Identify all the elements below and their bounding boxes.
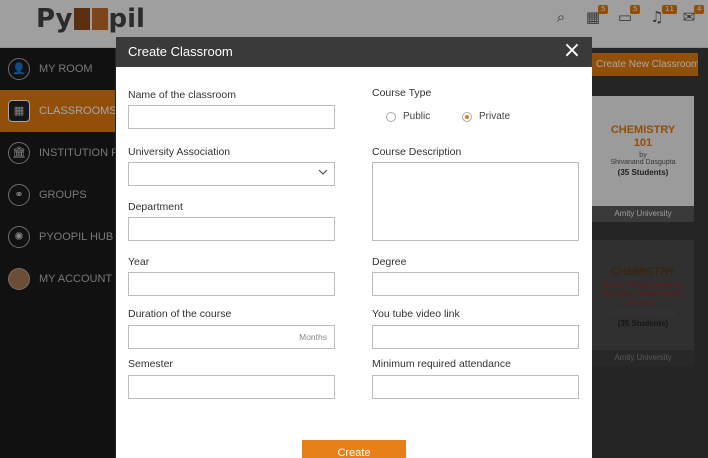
semester-input[interactable] bbox=[128, 375, 335, 399]
create-classroom-modal: Create Classroom × Name of the classroom… bbox=[116, 37, 592, 458]
modal-header: Create Classroom × bbox=[116, 37, 592, 67]
min-attendance-input[interactable] bbox=[372, 375, 579, 399]
semester-label: Semester bbox=[128, 358, 173, 370]
degree-input[interactable] bbox=[372, 272, 579, 296]
duration-label: Duration of the course bbox=[128, 308, 232, 320]
year-label: Year bbox=[128, 256, 150, 268]
youtube-link-label: You tube video link bbox=[372, 308, 460, 320]
university-association-select[interactable] bbox=[128, 162, 335, 186]
course-description-textarea[interactable] bbox=[372, 162, 579, 241]
duration-input[interactable]: Months bbox=[128, 325, 335, 349]
chevron-down-icon bbox=[318, 169, 328, 175]
degree-label: Degree bbox=[372, 256, 407, 268]
youtube-link-input[interactable] bbox=[372, 325, 579, 349]
course-type-label: Course Type bbox=[372, 87, 432, 99]
course-type-private-radio[interactable]: Private bbox=[462, 111, 510, 122]
close-icon[interactable]: × bbox=[562, 40, 582, 62]
create-button[interactable]: Create bbox=[302, 440, 406, 458]
classroom-name-label: Name of the classroom bbox=[128, 89, 236, 101]
radio-unchecked-icon bbox=[386, 111, 396, 122]
department-input[interactable] bbox=[128, 217, 335, 241]
modal-title: Create Classroom bbox=[128, 44, 233, 59]
radio-checked-icon bbox=[462, 111, 472, 122]
classroom-name-input[interactable] bbox=[128, 105, 335, 129]
year-input[interactable] bbox=[128, 272, 335, 296]
university-association-label: University Association bbox=[128, 146, 231, 158]
radio-label: Private bbox=[479, 111, 511, 122]
radio-label: Public bbox=[403, 111, 431, 122]
duration-unit: Months bbox=[299, 332, 327, 342]
min-attendance-label: Minimum required attendance bbox=[372, 358, 511, 370]
department-label: Department bbox=[128, 201, 183, 213]
course-type-public-radio[interactable]: Public bbox=[386, 111, 430, 122]
course-description-label: Course Description bbox=[372, 146, 462, 158]
